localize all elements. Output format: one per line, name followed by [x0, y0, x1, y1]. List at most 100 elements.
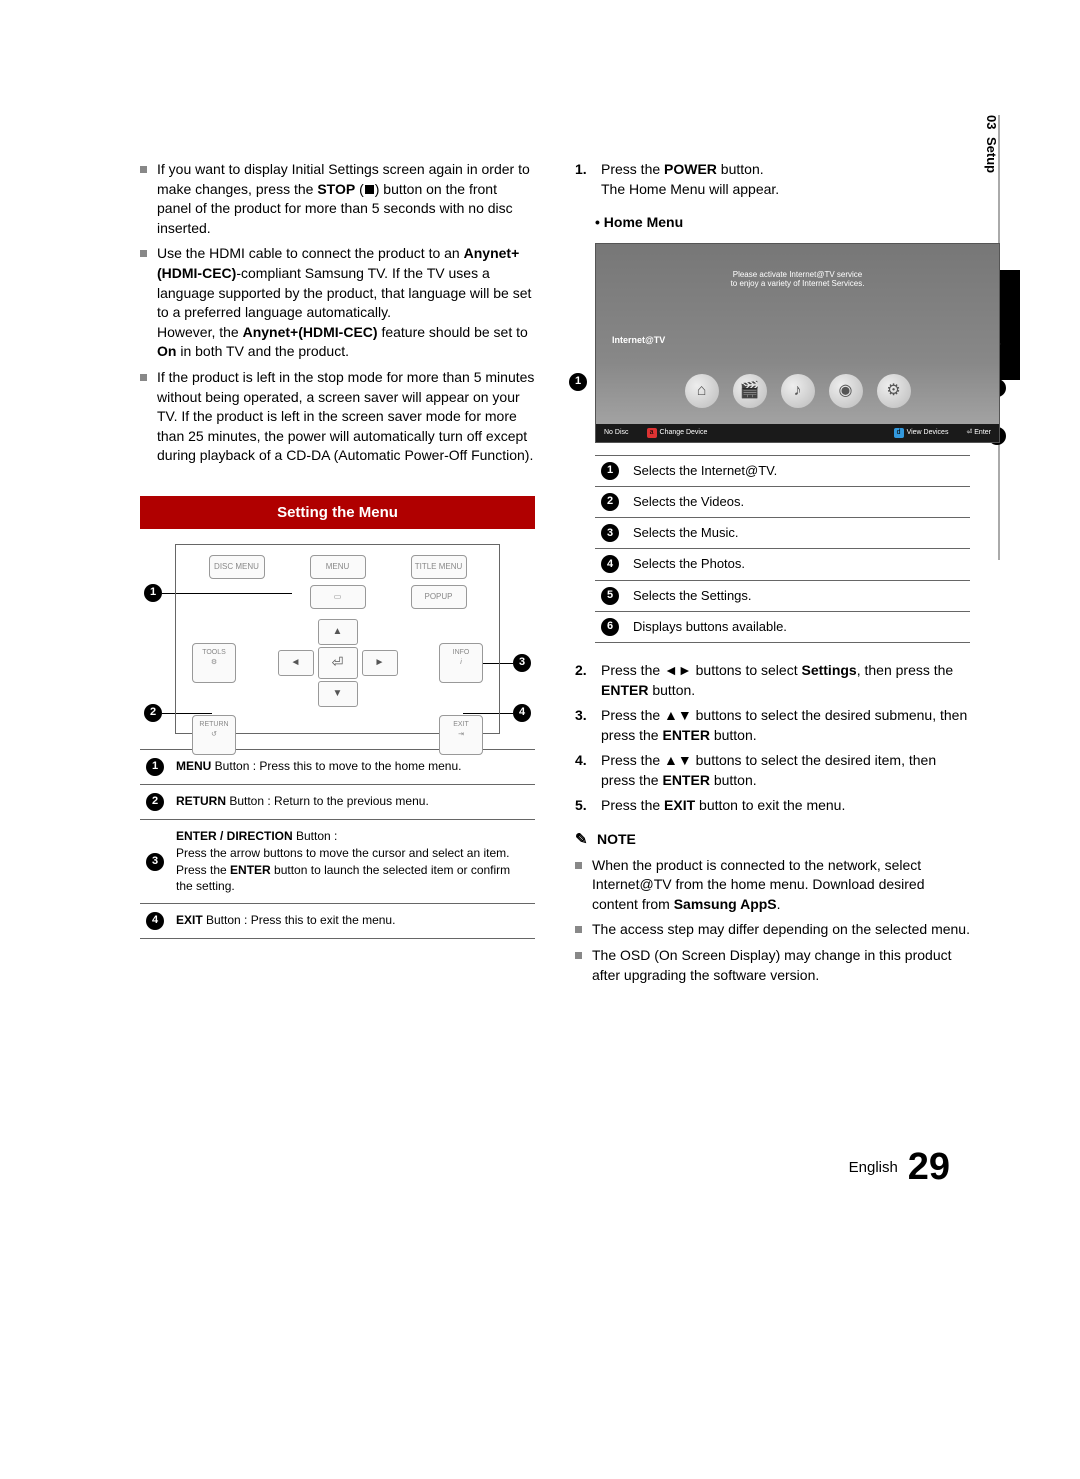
text: The access step may differ depending on … [592, 920, 970, 940]
bullet-item: If you want to display Initial Settings … [140, 160, 535, 238]
step-number: 2. [575, 661, 593, 700]
step-number: 3. [575, 706, 593, 745]
note-icon [575, 832, 591, 848]
text: , then press the [857, 662, 954, 678]
text: button. [710, 727, 757, 743]
callout-1: 1 [146, 758, 164, 776]
callout-3: 3 [601, 524, 619, 542]
hm-bar-change: aChange Device [647, 428, 708, 438]
hm-icon-photos: ◉ [829, 374, 863, 408]
step: 2. Press the ◄► buttons to select Settin… [575, 661, 970, 700]
remote-diagram: DISC MENU MENU TITLE MENU ▭ POPUP TOOLS⚙… [175, 544, 500, 734]
hm-icon-videos: 🎬 [733, 374, 767, 408]
text: . [777, 896, 781, 912]
remote-btn-exit: EXIT⇥ [439, 715, 483, 755]
text: Use the HDMI cable to connect the produc… [157, 245, 464, 261]
hm-icon-settings: ⚙ [877, 374, 911, 408]
text-bold: ENTER [230, 863, 271, 877]
text: Press the [601, 161, 664, 177]
callout-2: 2 [601, 493, 619, 511]
callout-6: 6 [601, 618, 619, 636]
bullet-item: Use the HDMI cable to connect the produc… [140, 244, 535, 362]
step: 3. Press the ▲▼ buttons to select the de… [575, 706, 970, 745]
text: Button : Press this to exit the menu. [203, 913, 396, 927]
text: Press the [176, 863, 230, 877]
note-heading: NOTE [575, 830, 970, 850]
stop-icon [365, 185, 374, 194]
callout-4: 4 [513, 704, 531, 722]
text-bold: ENTER [601, 682, 648, 698]
dpad-up-icon: ▲ [318, 619, 358, 645]
hm-banner: Please activate Internet@TV service to e… [731, 270, 865, 289]
table-row: 1 MENU Button : Press this to move to th… [140, 750, 535, 785]
remote-btn-info: INFOi [439, 643, 483, 683]
hm-icon-internet: ⌂ [685, 374, 719, 408]
note-item: When the product is connected to the net… [575, 856, 970, 915]
remote-btn-discmenu: DISC MENU [209, 555, 265, 579]
left-column: If you want to display Initial Settings … [140, 100, 535, 991]
text-bold: Settings [801, 662, 856, 678]
footer-language: English [849, 1159, 898, 1176]
remote-btn-popup-icon: ▭ [310, 585, 366, 609]
table-row: 4 EXIT Button : Press this to exit the m… [140, 904, 535, 938]
text-bold: POWER [664, 161, 717, 177]
square-bullet-icon [140, 250, 147, 257]
text: The OSD (On Screen Display) may change i… [592, 946, 970, 985]
remote-btn-menu: MENU [310, 555, 366, 579]
callout-3: 3 [146, 853, 164, 871]
step: 4. Press the ▲▼ buttons to select the de… [575, 751, 970, 790]
callout-1: 1 [601, 462, 619, 480]
step-number: 5. [575, 796, 593, 816]
text-bold: Anynet+(HDMI-CEC) [243, 324, 378, 340]
callout-5: 5 [601, 587, 619, 605]
text: Selects the Music. [633, 524, 739, 542]
text-bold: RETURN [176, 794, 226, 808]
text-bold: EXIT [664, 797, 695, 813]
text: If the product is left in the stop mode … [157, 368, 535, 466]
section-header: Setting the Menu [140, 496, 535, 529]
right-column: 1. Press the POWER button. The Home Menu… [575, 100, 970, 991]
note-item: The OSD (On Screen Display) may change i… [575, 946, 970, 985]
remote-btn-titlemenu: TITLE MENU [411, 555, 467, 579]
text: Button : Press this to move to the home … [211, 759, 461, 773]
square-bullet-icon [575, 862, 582, 869]
text: button to exit the menu. [695, 797, 845, 813]
text: button. [648, 682, 695, 698]
text: Selects the Internet@TV. [633, 462, 777, 480]
dpad-enter-icon: ⏎ [318, 647, 358, 679]
hm-icon-music: ♪ [781, 374, 815, 408]
home-menu-label: • Home Menu [595, 213, 970, 233]
dpad-right-icon: ► [362, 650, 398, 676]
text: feature should be set to [378, 324, 528, 340]
step: 1. Press the POWER button. The Home Menu… [575, 160, 970, 199]
text-bold: On [157, 343, 176, 359]
text: Press the ▲▼ buttons to select the desir… [601, 752, 936, 788]
remote-btn-return: RETURN↺ [192, 715, 236, 755]
page-number: 29 [908, 1146, 950, 1188]
table-row: 3 ENTER / DIRECTION Button : Press the a… [140, 820, 535, 904]
text-bold: MENU [176, 759, 211, 773]
square-bullet-icon [575, 952, 582, 959]
dpad-down-icon: ▼ [318, 681, 358, 707]
hm-internet-label: Internet@TV [612, 334, 665, 347]
text: Button : Return to the previous menu. [226, 794, 429, 808]
text: Press the arrow buttons to move the curs… [176, 845, 529, 862]
text: Press the ▲▼ buttons to select the desir… [601, 707, 967, 743]
callout-2: 2 [146, 793, 164, 811]
table-row: 3 Selects the Music. [595, 518, 970, 549]
table-row: 6 Displays buttons available. [595, 612, 970, 643]
bullet-item: If the product is left in the stop mode … [140, 368, 535, 466]
dpad-left-icon: ◄ [278, 650, 314, 676]
square-bullet-icon [140, 166, 147, 173]
table-row: 2 Selects the Videos. [595, 487, 970, 518]
callout-4: 4 [146, 912, 164, 930]
text: Selects the Settings. [633, 587, 752, 605]
text: Press the [601, 797, 664, 813]
remote-dpad: ▲ ▼ ◄ ► ⏎ [278, 619, 398, 707]
text: Selects the Photos. [633, 555, 745, 573]
table-row: 2 RETURN Button : Return to the previous… [140, 785, 535, 820]
text-bold: ENTER [662, 727, 709, 743]
chapter-name: Setup [984, 137, 999, 173]
home-menu-diagram: Please activate Internet@TV service to e… [595, 243, 1000, 443]
text-bold: Samsung AppS [674, 896, 777, 912]
